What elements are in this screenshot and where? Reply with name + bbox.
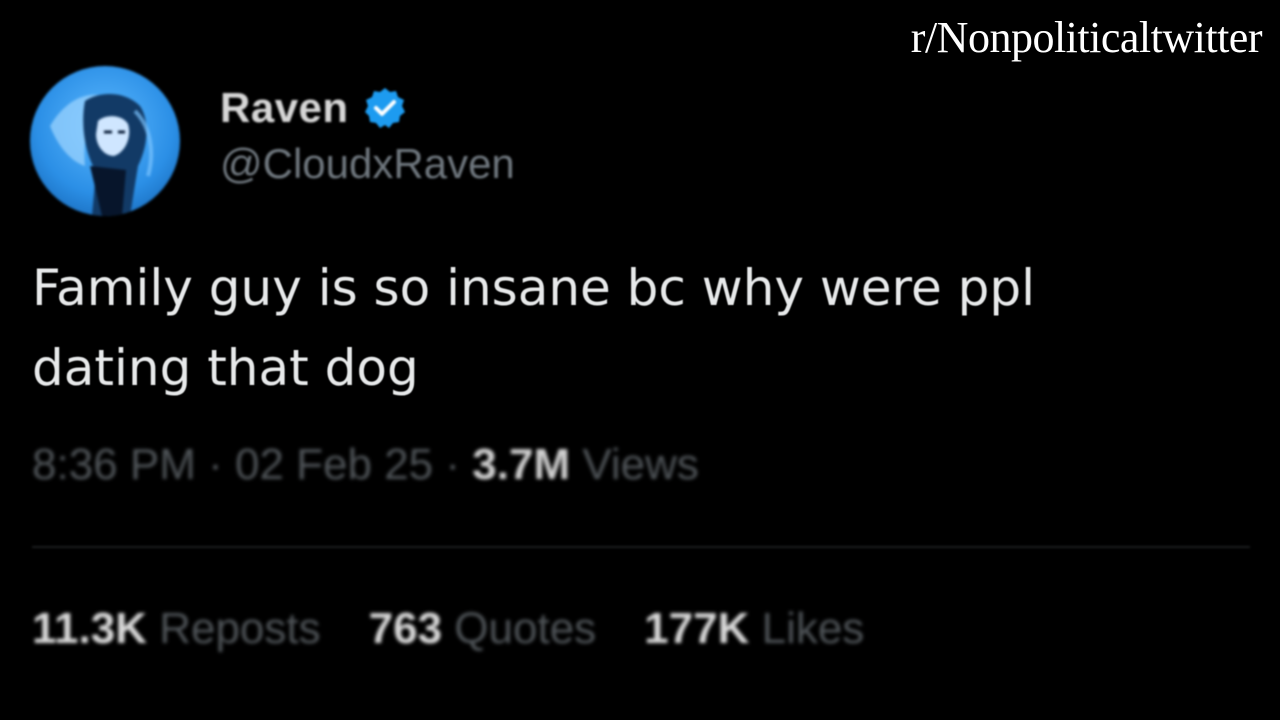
tweet-text-line: Family guy is so insane bc why were ppl bbox=[32, 259, 1036, 317]
likes-count: 177K bbox=[644, 604, 750, 653]
subreddit-watermark: r/Nonpoliticaltwitter bbox=[910, 13, 1263, 62]
likes-stat[interactable]: 177K Likes bbox=[644, 604, 864, 654]
quotes-stat[interactable]: 763 Quotes bbox=[369, 604, 597, 654]
reposts-stat[interactable]: 11.3K Reposts bbox=[32, 604, 321, 654]
tweet-text-line: dating that dog bbox=[32, 339, 419, 397]
tweet-header: Raven @CloudxRaven bbox=[30, 66, 515, 216]
avatar-image bbox=[30, 66, 180, 216]
views-count: 3.7M bbox=[472, 440, 571, 489]
meta-separator: · bbox=[445, 440, 461, 489]
engagement-stats: 11.3K Reposts 763 Quotes 177K Likes bbox=[32, 604, 912, 654]
tweet-date[interactable]: 02 Feb 25 bbox=[235, 440, 433, 489]
quotes-label: Quotes bbox=[454, 604, 597, 653]
tweet-text: Family guy is so insane bc why were ppl … bbox=[32, 248, 1252, 408]
meta-separator: · bbox=[208, 440, 223, 489]
reposts-count: 11.3K bbox=[32, 604, 147, 653]
likes-label: Likes bbox=[761, 604, 865, 653]
display-name[interactable]: Raven bbox=[220, 84, 349, 132]
divider bbox=[32, 546, 1250, 548]
verified-badge-icon bbox=[363, 86, 407, 130]
tweet-meta: 8:36 PM · 02 Feb 25 · 3.7M Views bbox=[32, 440, 699, 490]
author-handle[interactable]: @CloudxRaven bbox=[220, 140, 515, 188]
views-label: Views bbox=[582, 440, 699, 489]
quotes-count: 763 bbox=[368, 604, 443, 653]
reposts-label: Reposts bbox=[159, 604, 321, 653]
display-name-row: Raven bbox=[220, 84, 515, 132]
tweet-time[interactable]: 8:36 PM bbox=[32, 440, 196, 489]
author-names: Raven @CloudxRaven bbox=[220, 84, 515, 188]
avatar[interactable] bbox=[30, 66, 180, 216]
